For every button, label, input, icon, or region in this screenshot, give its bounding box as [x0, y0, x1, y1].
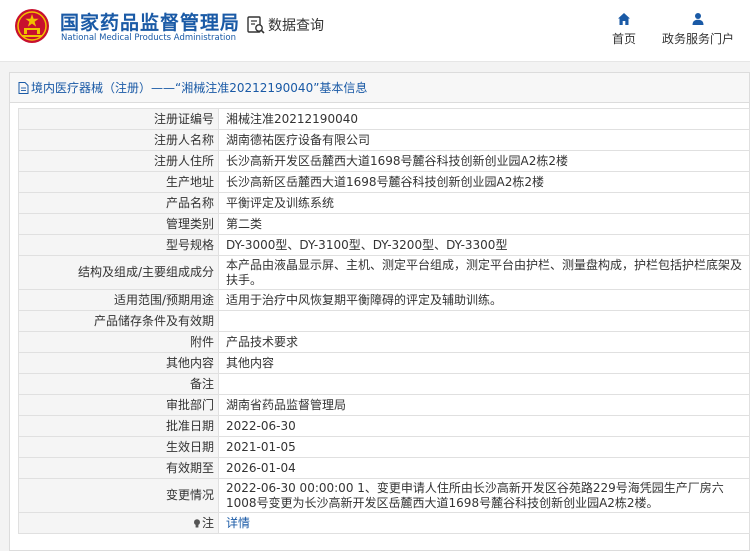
data-query-link[interactable]: 数据查询: [246, 14, 324, 36]
row-value: 平衡评定及训练系统: [218, 192, 750, 214]
row-label: 管理类别: [18, 213, 219, 235]
row-value: 2026-01-04: [218, 457, 750, 479]
row-label: 注册证编号: [18, 108, 219, 130]
table-row: 批准日期 2022-06-30: [18, 415, 750, 437]
row-label: 备注: [18, 373, 219, 395]
document-icon: [18, 81, 29, 94]
table-row: 产品储存条件及有效期: [18, 310, 750, 332]
row-value: 本产品由液晶显示屏、主机、测定平台组成，测定平台由护栏、测量盘构成，护栏包括护栏…: [218, 255, 750, 290]
panel-title: 境内医疗器械（注册）——“湘械注准20212190040”基本信息: [31, 81, 368, 95]
table-row: 型号规格 DY-3000型、DY-3100型、DY-3200型、DY-3300型: [18, 234, 750, 256]
row-value: 2022-06-30 00:00:00 1、变更申请人住所由长沙高新开发区谷苑路…: [218, 478, 750, 513]
row-label: 其他内容: [18, 352, 219, 374]
row-value: 长沙高新区岳麓西大道1698号麓谷科技创新创业园A2栋2楼: [218, 171, 750, 193]
user-icon: [692, 13, 704, 25]
row-value: 2021-01-05: [218, 436, 750, 458]
search-document-icon: [247, 16, 265, 34]
site-logo-subtitle[interactable]: National Medical Products Administration: [61, 33, 236, 43]
row-label: 批准日期: [18, 415, 219, 437]
table-row: 产品名称 平衡评定及训练系统: [18, 192, 750, 214]
table-row: 注册证编号 湘械注准20212190040: [18, 108, 750, 130]
table-row: 适用范围/预期用途 适用于治疗中风恢复期平衡障碍的评定及辅助训练。: [18, 289, 750, 311]
row-value: 2022-06-30: [218, 415, 750, 437]
row-value: 其他内容: [218, 352, 750, 374]
row-value: 长沙高新开发区岳麓西大道1698号麓谷科技创新创业园A2栋2楼: [218, 150, 750, 172]
table-row: 注册人住所 长沙高新开发区岳麓西大道1698号麓谷科技创新创业园A2栋2楼: [18, 150, 750, 172]
data-query-label: 数据查询: [268, 18, 324, 34]
lightbulb-icon: [193, 518, 200, 527]
row-label: 型号规格: [18, 234, 219, 256]
row-value: 湖南省药品监督管理局: [218, 394, 750, 416]
site-logo-title[interactable]: 国家药品监督管理局: [60, 8, 240, 35]
device-info-table: 注册证编号 湘械注准20212190040 注册人名称 湖南德祐医疗设备有限公司 注…: [18, 108, 750, 534]
row-value: 第二类: [218, 213, 750, 235]
row-value: [218, 310, 750, 332]
table-row: 有效期至 2026-01-04: [18, 457, 750, 479]
row-value: 产品技术要求: [218, 331, 750, 353]
site-header: 国家药品监督管理局 National Medical Products Admi…: [0, 0, 750, 62]
row-label: 产品储存条件及有效期: [18, 310, 219, 332]
table-row: 审批部门 湖南省药品监督管理局: [18, 394, 750, 416]
row-value: [218, 373, 750, 395]
table-row: 结构及组成/主要组成成分 本产品由液晶显示屏、主机、测定平台组成，测定平台由护栏、…: [18, 255, 750, 290]
row-label: 注册人名称: [18, 129, 219, 151]
row-label: 注册人住所: [18, 150, 219, 172]
row-value: DY-3000型、DY-3100型、DY-3200型、DY-3300型: [218, 234, 750, 256]
row-label: 审批部门: [18, 394, 219, 416]
row-label: 有效期至: [18, 457, 219, 479]
details-link[interactable]: 详情: [226, 516, 250, 530]
nav-home-label: 首页: [611, 32, 636, 46]
row-value: 湘械注准20212190040: [218, 108, 750, 130]
national-emblem-icon[interactable]: [14, 8, 50, 44]
row-label: 附件: [18, 331, 219, 353]
row-label: 生效日期: [18, 436, 219, 458]
table-row: 备注: [18, 373, 750, 395]
home-icon: [618, 13, 630, 25]
nav-gov-portal-label: 政务服务门户: [661, 32, 734, 46]
row-label: 适用范围/预期用途: [18, 289, 219, 311]
row-label: 产品名称: [18, 192, 219, 214]
table-row: 附件 产品技术要求: [18, 331, 750, 353]
table-row: 生产地址 长沙高新区岳麓西大道1698号麓谷科技创新创业园A2栋2楼: [18, 171, 750, 193]
panel-header: 境内医疗器械（注册）——“湘械注准20212190040”基本信息: [10, 73, 749, 103]
note-label: 注: [201, 515, 214, 530]
table-row: 变更情况 2022-06-30 00:00:00 1、变更申请人住所由长沙高新开发…: [18, 478, 750, 513]
row-label: 生产地址: [18, 171, 219, 193]
table-row: 注册人名称 湖南德祐医疗设备有限公司: [18, 129, 750, 151]
row-label: 变更情况: [18, 478, 219, 513]
table-row: 管理类别 第二类: [18, 213, 750, 235]
table-row: 其他内容 其他内容: [18, 352, 750, 374]
row-value: 湖南德祐医疗设备有限公司: [218, 129, 750, 151]
row-label: 结构及组成/主要组成成分: [18, 255, 219, 290]
table-row: 注 详情: [18, 512, 750, 534]
note-value: 详情: [218, 512, 750, 534]
table-row: 生效日期 2021-01-05: [18, 436, 750, 458]
nav-gov-portal[interactable]: 政务服务门户: [660, 12, 736, 47]
row-value: 适用于治疗中风恢复期平衡障碍的评定及辅助训练。: [218, 289, 750, 311]
note-label-cell: 注: [18, 512, 219, 534]
nav-home[interactable]: 首页: [604, 12, 644, 47]
